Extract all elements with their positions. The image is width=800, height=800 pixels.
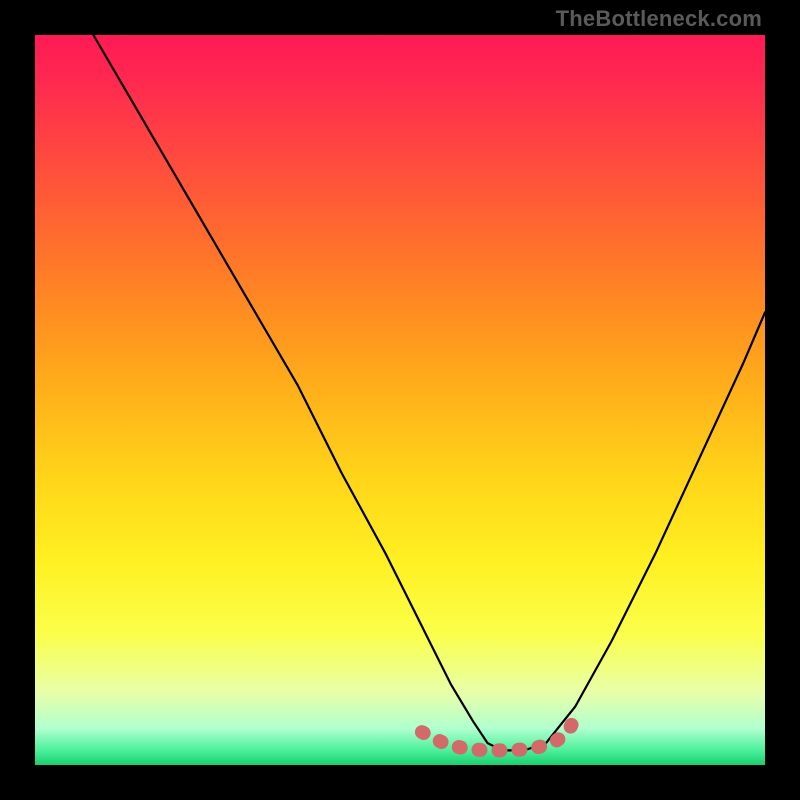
plot-area <box>35 35 765 765</box>
chart-frame: TheBottleneck.com <box>0 0 800 800</box>
watermark-text: TheBottleneck.com <box>556 6 762 32</box>
chart-svg <box>35 35 765 765</box>
curve-line <box>93 35 765 750</box>
